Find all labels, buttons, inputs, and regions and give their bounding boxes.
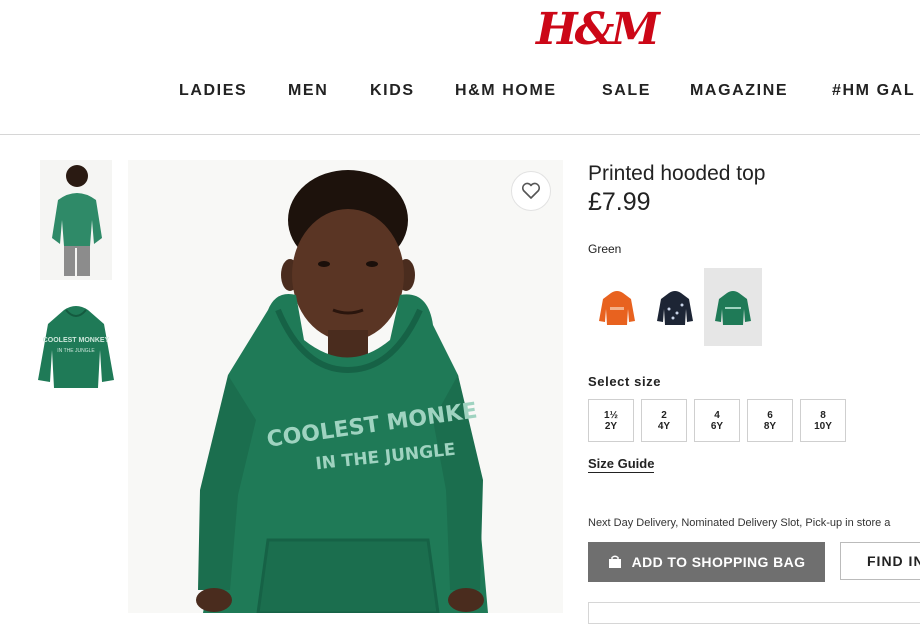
find-in-store-button[interactable]: FIND IN — [840, 542, 920, 580]
size-bottom: 4Y — [657, 420, 671, 432]
swatch-navy[interactable] — [646, 268, 704, 346]
orange-hoodie-swatch-image — [599, 291, 635, 325]
thumbnail-hoodie[interactable]: COOLEST MONKEY IN THE JUNGLE — [34, 300, 118, 395]
size-option-4y[interactable]: 2 4Y — [641, 399, 687, 442]
main-nav: LADIES MEN KIDS H&M HOME SALE MAGAZINE #… — [0, 82, 920, 106]
main-product-image[interactable]: COOLEST MONKE IN THE JUNGLE — [128, 160, 563, 613]
size-bottom: 2Y — [604, 420, 618, 432]
model-photo: COOLEST MONKE IN THE JUNGLE — [128, 160, 563, 613]
green-hoodie-swatch-image — [715, 291, 751, 325]
nav-sale[interactable]: SALE — [602, 82, 651, 100]
size-guide-link[interactable]: Size Guide — [588, 456, 655, 473]
add-to-bag-label: ADD TO SHOPPING BAG — [631, 554, 806, 570]
shopping-bag-icon — [608, 555, 621, 568]
add-to-bag-button[interactable]: ADD TO SHOPPING BAG — [588, 542, 825, 582]
color-label: Green — [588, 242, 622, 256]
find-in-store-label: FIND IN — [867, 553, 920, 569]
hm-logo[interactable]: H&M — [536, 4, 660, 56]
size-bottom: 6Y — [710, 420, 724, 432]
thumb-print-line1: COOLEST MONKEY — [43, 337, 110, 344]
favorite-button[interactable] — [511, 171, 551, 211]
size-option-10y[interactable]: 8 10Y — [800, 399, 846, 442]
size-top: 6 — [767, 409, 773, 421]
size-top: 8 — [820, 409, 826, 421]
heart-icon — [521, 182, 541, 199]
nav-hm-gallery[interactable]: #HM GAL — [832, 82, 915, 100]
size-option-6y[interactable]: 4 6Y — [694, 399, 740, 442]
product-price: £7.99 — [588, 188, 651, 216]
nav-men[interactable]: MEN — [288, 82, 328, 100]
select-size-label: Select size — [588, 374, 662, 389]
thumbnail-model[interactable] — [40, 160, 112, 280]
delivery-info: Next Day Delivery, Nominated Delivery Sl… — [588, 517, 891, 529]
size-option-2y[interactable]: 1½ 2Y — [588, 399, 634, 442]
size-bottom: 8Y — [763, 420, 777, 432]
swatch-green[interactable] — [704, 268, 762, 346]
navy-hoodie-swatch-image — [657, 291, 693, 325]
size-option-8y[interactable]: 6 8Y — [747, 399, 793, 442]
size-top: 4 — [714, 409, 720, 421]
bottom-panel-edge — [588, 602, 920, 624]
size-top: 1½ — [604, 409, 618, 421]
product-title: Printed hooded top — [588, 162, 766, 185]
hoodie-thumbnail-image: COOLEST MONKEY IN THE JUNGLE — [38, 306, 114, 388]
thumb-print-line2: IN THE JUNGLE — [57, 348, 95, 354]
nav-kids[interactable]: KIDS — [370, 82, 415, 100]
nav-magazine[interactable]: MAGAZINE — [690, 82, 788, 100]
size-top: 2 — [661, 409, 667, 421]
logo-text: H&M — [536, 4, 660, 55]
nav-ladies[interactable]: LADIES — [179, 82, 247, 100]
model-thumbnail-image — [40, 160, 112, 280]
swatch-orange[interactable] — [588, 268, 646, 346]
header-divider — [0, 134, 920, 135]
nav-hm-home[interactable]: H&M HOME — [455, 82, 557, 100]
size-bottom: 10Y — [814, 420, 832, 432]
